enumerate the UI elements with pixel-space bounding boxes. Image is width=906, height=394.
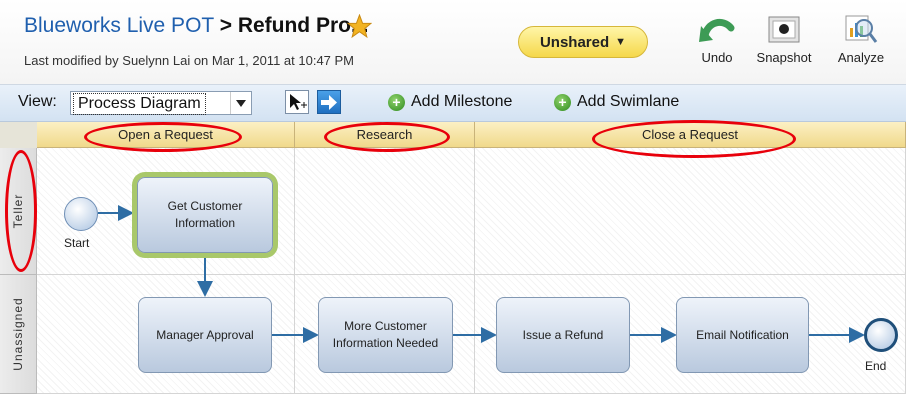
add-icon: +: [388, 93, 405, 111]
view-select[interactable]: Process Diagram: [70, 91, 252, 115]
task-label: Issue a Refund: [522, 327, 604, 342]
share-status-label: Unshared: [539, 33, 610, 51]
last-modified-text: Last modified by Suelynn Lai on Mar 1, 2…: [24, 53, 355, 68]
connector-tool-icon[interactable]: [317, 90, 341, 114]
process-diagram: Open a Request Research Close a Request …: [0, 120, 906, 394]
task-get-customer-information[interactable]: Get Customer Information: [137, 177, 273, 253]
task-label: Email Notification: [696, 327, 789, 342]
add-swimlane-label: Add Swimlane: [577, 93, 680, 110]
task-label: Manager Approval: [156, 327, 254, 342]
breadcrumb: Blueworks Live POT > Refund Pro...: [24, 14, 368, 38]
view-label: View:: [18, 93, 57, 110]
task-more-customer-information-needed[interactable]: More Customer Information Needed: [318, 297, 453, 373]
analyze-icon: [845, 15, 878, 43]
task-label: Get Customer Information: [167, 199, 243, 230]
end-event-label: End: [865, 359, 887, 373]
process-header: Blueworks Live POT > Refund Pro... Last …: [0, 0, 906, 85]
undo-button[interactable]: Undo: [682, 14, 752, 65]
analyze-button[interactable]: Analyze: [826, 14, 896, 65]
task-issue-a-refund[interactable]: Issue a Refund: [496, 297, 630, 373]
start-event-label: Start: [64, 236, 90, 250]
task-email-notification[interactable]: Email Notification: [676, 297, 809, 373]
view-select-value: Process Diagram: [73, 93, 206, 115]
pointer-tool-icon[interactable]: [285, 90, 309, 114]
start-event[interactable]: [64, 197, 98, 231]
breadcrumb-separator: >: [219, 14, 232, 37]
space-link[interactable]: Blueworks Live POT: [24, 14, 214, 37]
add-icon: +: [554, 93, 571, 111]
chevron-down-icon[interactable]: [230, 92, 251, 114]
add-swimlane-button[interactable]: + Add Swimlane: [554, 93, 679, 111]
snapshot-button[interactable]: Snapshot: [749, 14, 819, 65]
camera-icon: [768, 16, 800, 43]
undo-icon: [699, 18, 735, 42]
favorite-star-icon[interactable]: [347, 14, 372, 39]
end-event[interactable]: [864, 318, 898, 352]
diagram-toolbar: View: Process Diagram + Add Milestone + …: [0, 85, 906, 122]
share-status-dropdown[interactable]: Unshared ▼: [518, 26, 648, 58]
chevron-down-icon: ▼: [615, 36, 627, 48]
snapshot-label: Snapshot: [756, 50, 812, 65]
add-milestone-label: Add Milestone: [411, 93, 513, 110]
add-milestone-button[interactable]: + Add Milestone: [388, 93, 512, 111]
undo-label: Undo: [701, 50, 733, 65]
analyze-label: Analyze: [837, 50, 885, 65]
task-label: More Customer Information Needed: [332, 319, 439, 350]
task-manager-approval[interactable]: Manager Approval: [138, 297, 272, 373]
